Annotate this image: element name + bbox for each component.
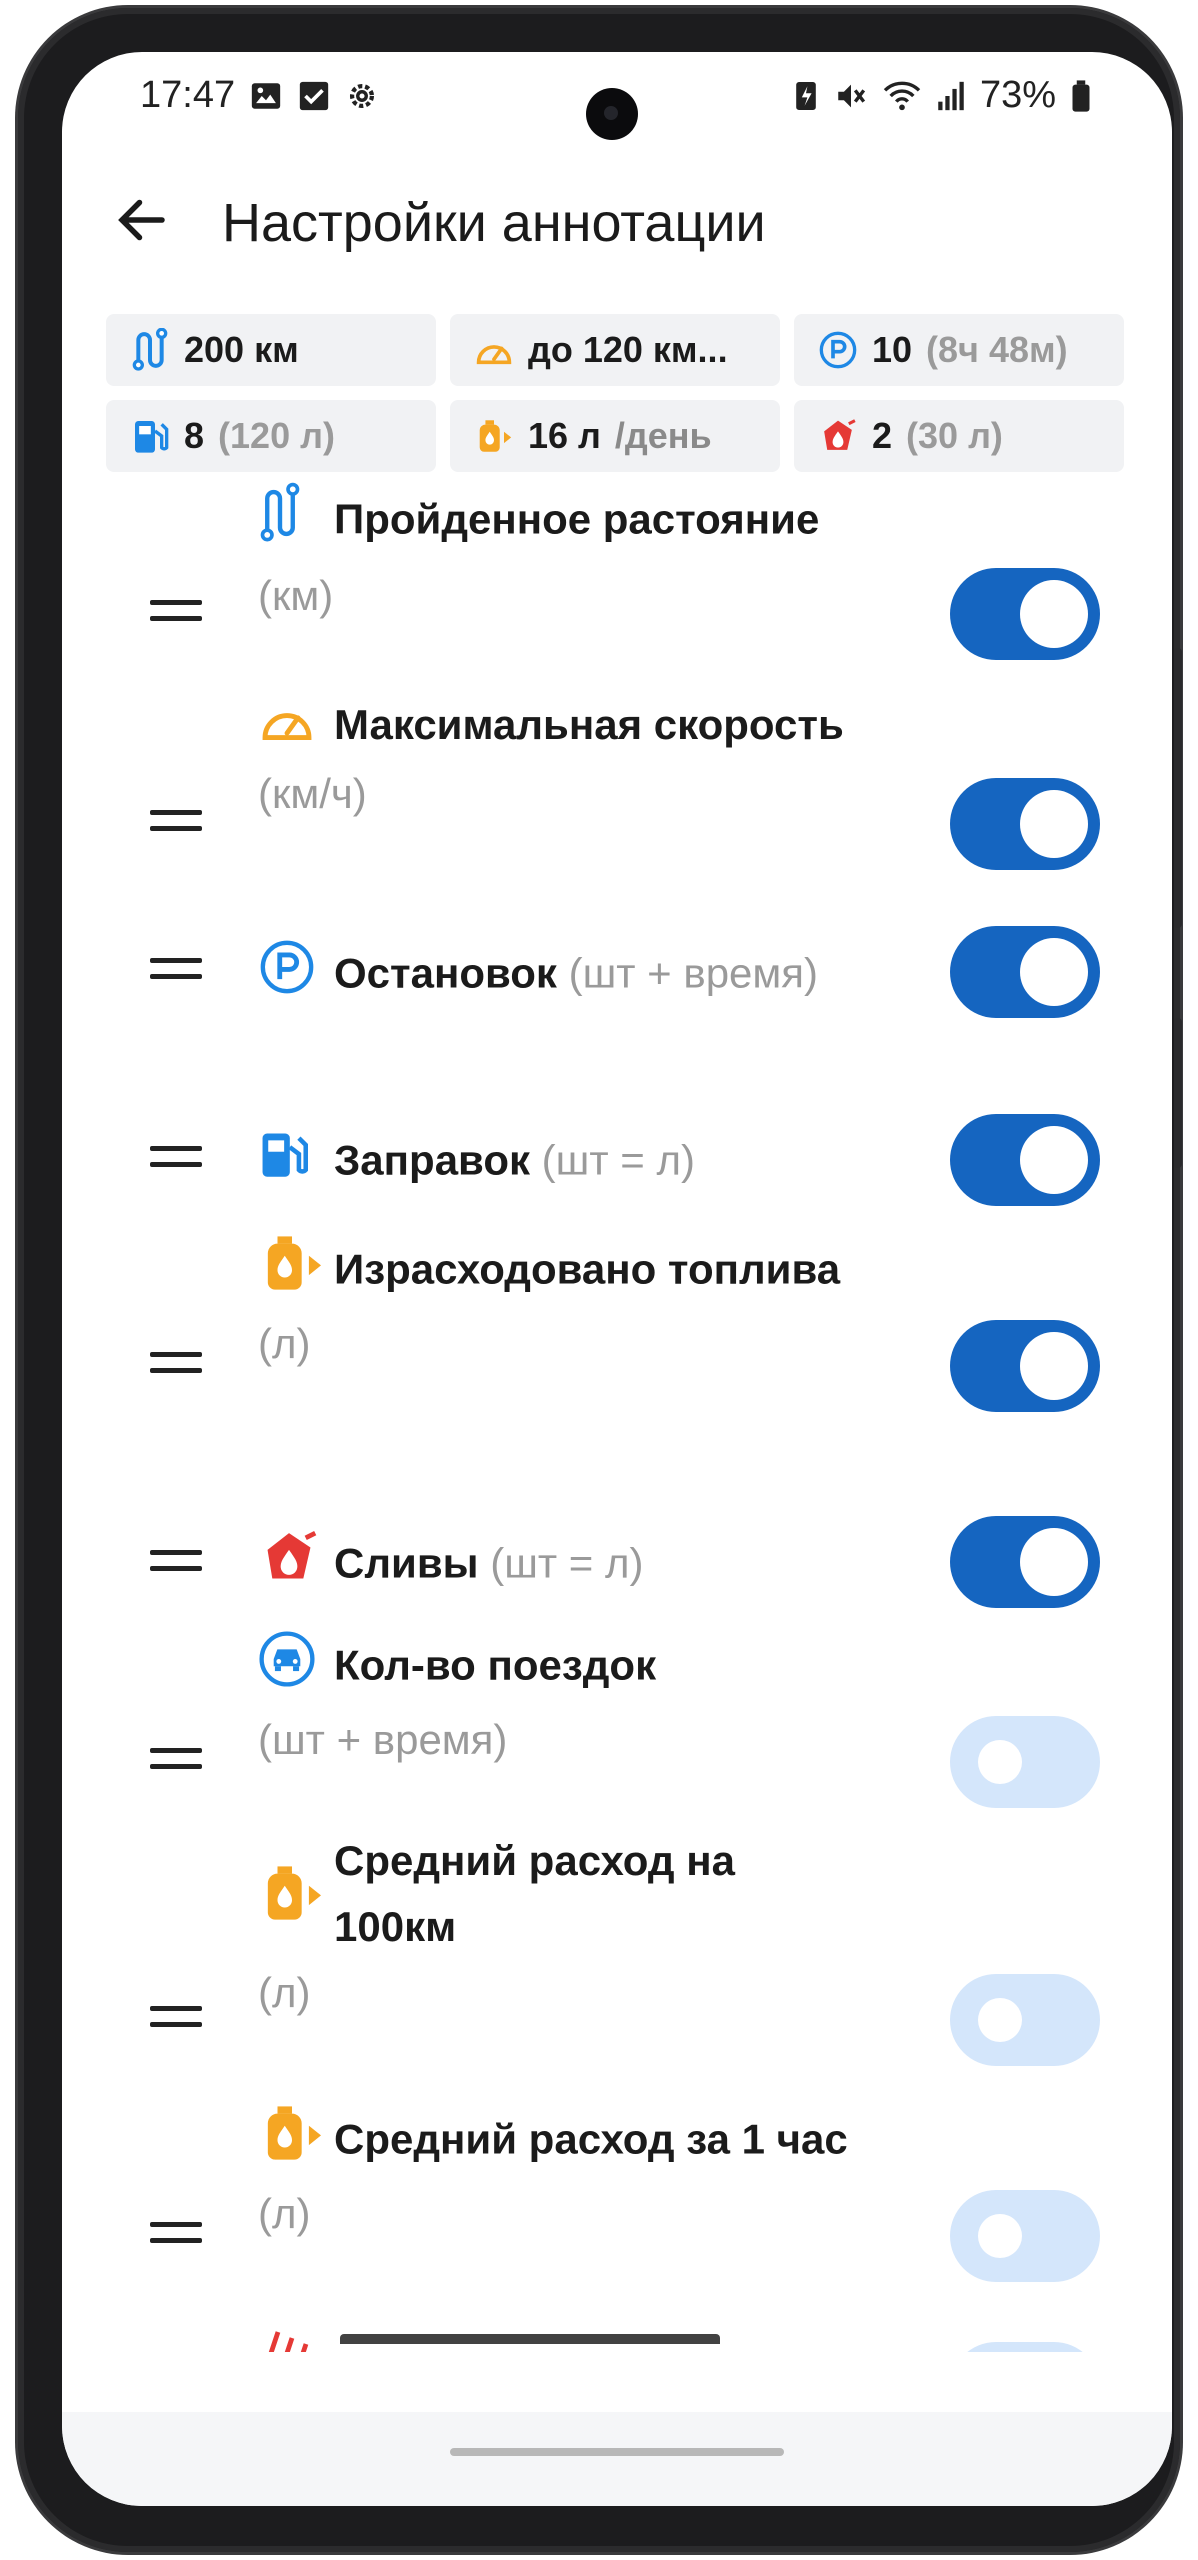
- signal-loss-icon: [268, 2331, 309, 2352]
- toggle-knob: [1020, 938, 1088, 1006]
- drag-handle-icon[interactable]: [150, 1146, 202, 1174]
- app-header: Настройки аннотации: [62, 172, 1172, 272]
- toggle-drains[interactable]: [950, 1516, 1100, 1608]
- toggle-refuels[interactable]: [950, 1114, 1100, 1206]
- speedometer-icon: [258, 695, 334, 761]
- fuel-pump-icon: [258, 1126, 334, 1201]
- wifi-icon: [883, 81, 921, 110]
- drag-handle-icon[interactable]: [150, 958, 202, 986]
- drag-handle-icon[interactable]: [150, 1748, 202, 1776]
- status-bar: 17:47 73%: [62, 74, 1172, 144]
- toggle-knob: [1020, 580, 1088, 648]
- item-unit: (км): [258, 572, 334, 619]
- item-label: Кол-во поездок: [334, 1641, 657, 1689]
- chip-drains: 2 (30 л): [794, 400, 1124, 472]
- toggle-trips[interactable]: [950, 1716, 1100, 1808]
- item-unit: (шт = л): [490, 1539, 644, 1587]
- checkbox-icon: [299, 81, 329, 110]
- toggle-avg-100km[interactable]: [950, 1974, 1100, 2066]
- bottom-gesture-area: [62, 2412, 1172, 2506]
- mute-icon: [838, 84, 866, 107]
- fuel-drain-icon: [818, 416, 858, 456]
- toggle-fuel-used[interactable]: [950, 1320, 1100, 1412]
- fuel-can-icon: [258, 1234, 334, 1311]
- toggle-knob: [1020, 790, 1088, 858]
- volume-button: [1174, 648, 1182, 928]
- parking-icon: [258, 938, 334, 1015]
- drag-handle-icon[interactable]: [150, 1550, 202, 1578]
- drag-handle-icon[interactable]: [150, 1352, 202, 1380]
- power-button: [1174, 1018, 1182, 1168]
- car-icon: [258, 1630, 334, 1707]
- page-title: Настройки аннотации: [222, 193, 766, 253]
- list-item-partial: [62, 2324, 1172, 2352]
- toggle-knob: [1020, 1528, 1088, 1596]
- item-unit: (л): [258, 1969, 311, 2016]
- toggle-distance[interactable]: [950, 568, 1100, 660]
- item-label: Максимальная скорость: [334, 701, 844, 748]
- summary-chips: 200 км до 120 км... 10 (8ч 48м) 8 (120 л…: [106, 314, 1126, 472]
- fuel-drain-icon: [258, 1528, 334, 1605]
- item-label: Пройденное растояние: [334, 495, 820, 543]
- drag-handle-icon[interactable]: [150, 810, 202, 838]
- toggle-knob: [1020, 1126, 1088, 1194]
- drag-handle-icon[interactable]: [150, 2222, 202, 2250]
- cutoff-label: [340, 2334, 720, 2352]
- battery-percent: 73%: [979, 74, 1056, 116]
- back-arrow-icon[interactable]: [112, 190, 172, 250]
- fuel-can-icon: [474, 416, 514, 456]
- item-unit: (л): [258, 1320, 311, 1367]
- route-icon: [258, 482, 334, 563]
- signal-icon: [938, 81, 964, 110]
- drag-handle-icon[interactable]: [150, 2006, 202, 2034]
- item-unit: (км/ч): [258, 769, 367, 817]
- item-label: Средний расход за 1 час: [334, 2115, 848, 2163]
- fuel-can-icon: [258, 2104, 334, 2181]
- screen: 17:47 73% Настройки аннотации 200 км до …: [62, 52, 1172, 2506]
- item-label: Остановок: [334, 949, 557, 997]
- item-unit: (шт = л): [541, 1136, 695, 1184]
- chip-stops: 10 (8ч 48м): [794, 314, 1124, 386]
- status-time: 17:47: [140, 74, 236, 116]
- fuel-pump-icon: [130, 416, 170, 456]
- drag-handle-icon[interactable]: [150, 600, 202, 628]
- item-label: Израсходовано топлива: [334, 1245, 841, 1293]
- item-unit: (шт + время): [258, 1716, 508, 1763]
- toggle-knob: [978, 1740, 1022, 1784]
- item-label: Средний расход на 100км: [334, 1837, 735, 1950]
- toggle-stops[interactable]: [950, 926, 1100, 1018]
- item-label: Сливы: [334, 1539, 479, 1587]
- home-indicator[interactable]: [450, 2448, 784, 2456]
- fuel-can-icon: [258, 1864, 334, 1941]
- toggle-knob: [1020, 1332, 1088, 1400]
- item-unit: (шт + время): [568, 949, 819, 997]
- item-unit: (л): [258, 2190, 311, 2237]
- chip-distance: 200 км: [106, 314, 436, 386]
- gear-icon: [350, 83, 375, 108]
- item-label: Заправок: [334, 1136, 530, 1184]
- battery-saver-icon: [796, 81, 816, 110]
- chip-max-speed: до 120 км...: [450, 314, 780, 386]
- toggle-knob: [978, 1998, 1022, 2042]
- gallery-icon: [251, 82, 281, 109]
- route-icon: [130, 328, 170, 371]
- chip-refuels: 8 (120 л): [106, 400, 436, 472]
- toggle-knob: [978, 2214, 1022, 2258]
- parking-icon: [818, 330, 858, 370]
- toggle-max-speed[interactable]: [950, 778, 1100, 870]
- toggle-avg-hour[interactable]: [950, 2190, 1100, 2282]
- chip-consumption: 16 л /день: [450, 400, 780, 472]
- toggle-partial[interactable]: [950, 2342, 1100, 2352]
- speedometer-icon: [474, 330, 514, 370]
- battery-icon: [1072, 79, 1090, 112]
